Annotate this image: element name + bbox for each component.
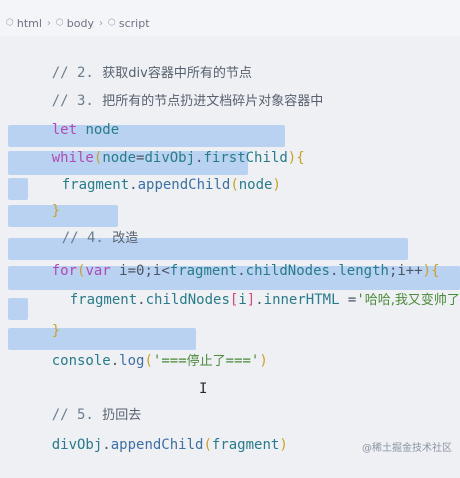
identifier: fragment: [62, 177, 129, 193]
function-name: appendChild: [111, 437, 204, 453]
identifier: node: [239, 177, 273, 193]
code-line: fragment.appendChild(node): [28, 152, 281, 174]
code-line: // 5. 扔回去: [18, 382, 141, 404]
operator: .: [255, 292, 263, 308]
identifier: childNodes: [146, 292, 230, 308]
code-line: console.log('===停止了==='): [18, 328, 268, 350]
code-line: // 3. 把所有的节点扔进文档碎片对象容器中: [18, 68, 323, 90]
chevron-right-icon: ›: [99, 18, 103, 29]
text-cursor-icon: I: [199, 381, 207, 397]
breadcrumb-item-body[interactable]: ⬡ body: [56, 17, 94, 30]
paren: (: [144, 353, 152, 369]
element-icon: ⬡: [108, 18, 116, 28]
identifier: i: [238, 292, 246, 308]
identifier: console: [52, 353, 111, 369]
string-literal: 哈哈,我又变帅了: [365, 293, 460, 308]
code-line: divObj.appendChild(fragment): [18, 412, 288, 434]
paren: ): [259, 353, 267, 369]
code-line: while(node=divObj.firstChild){: [18, 125, 305, 147]
operator: .: [129, 177, 137, 193]
operator: .: [102, 437, 110, 453]
paren: (: [230, 177, 238, 193]
identifier: fragment: [212, 437, 279, 453]
breadcrumb-label: script: [119, 17, 150, 30]
string-quote: ': [356, 292, 364, 308]
code-editor[interactable]: // 2. 获取div容器中所有的节点 // 3. 把所有的节点扔进文档碎片对象…: [0, 36, 460, 460]
function-name: log: [119, 353, 144, 369]
element-icon: ⬡: [56, 18, 64, 28]
string-literal: ===': [226, 353, 260, 369]
code-line: for(var i=0;i<fragment.childNodes.length…: [18, 238, 440, 260]
paren: (: [203, 437, 211, 453]
operator: =: [340, 292, 357, 308]
code-line: }: [18, 298, 60, 320]
watermark: @稀土掘金技术社区: [362, 439, 452, 454]
code-line: // 4. 改造: [28, 205, 138, 227]
code-line: // 2. 获取div容器中所有的节点: [18, 40, 252, 62]
element-icon: ⬡: [6, 18, 14, 28]
breadcrumb: ⬡ html › ⬡ body › ⬡ script: [0, 0, 460, 36]
string-literal: 停止了: [187, 354, 226, 369]
identifier: divObj: [52, 437, 103, 453]
identifier: innerHTML: [264, 292, 340, 308]
operator: .: [111, 353, 119, 369]
bracket: ]: [247, 292, 255, 308]
code-line: }: [18, 178, 60, 200]
chevron-right-icon: ›: [47, 18, 51, 29]
code-line: let node: [18, 97, 119, 119]
breadcrumb-item-html[interactable]: ⬡ html: [6, 17, 42, 30]
function-name: appendChild: [138, 177, 231, 193]
operator: .: [137, 292, 145, 308]
paren: ): [279, 437, 287, 453]
breadcrumb-label: body: [67, 17, 94, 30]
comment-text: 把所有的节点扔进文档碎片对象容器中: [102, 94, 323, 109]
string-literal: '===: [153, 353, 187, 369]
code-line: fragment.childNodes[i].innerHTML ='哈哈,我又…: [36, 267, 460, 289]
identifier: fragment: [70, 292, 137, 308]
breadcrumb-item-script[interactable]: ⬡ script: [108, 17, 150, 30]
paren: ): [272, 177, 280, 193]
paren: ){: [288, 150, 305, 166]
breadcrumb-label: html: [17, 17, 42, 30]
